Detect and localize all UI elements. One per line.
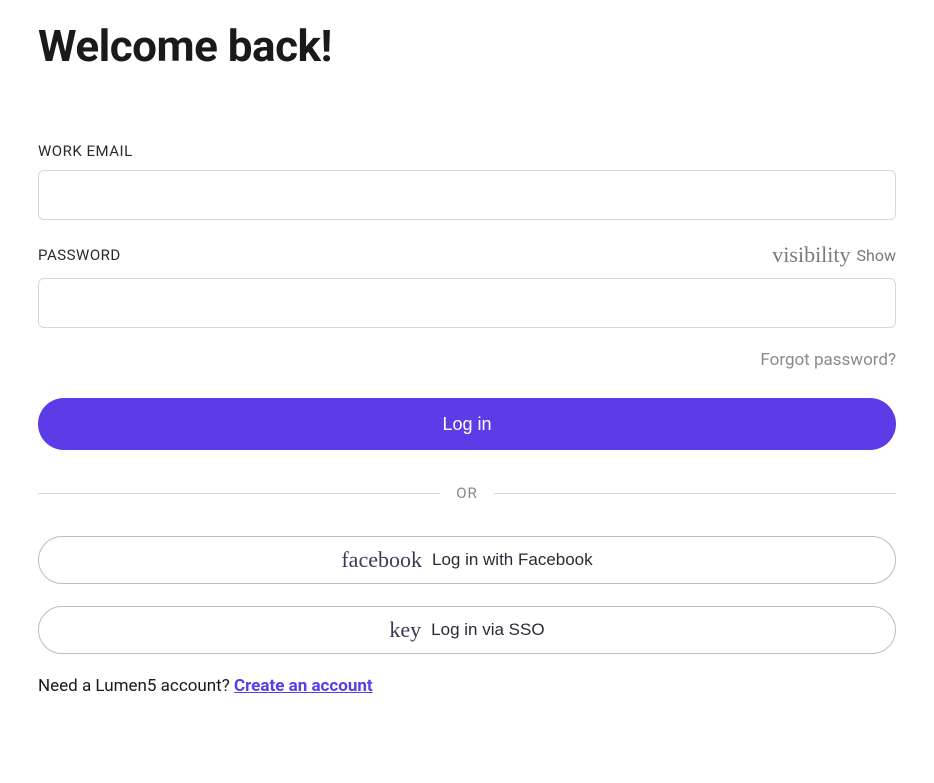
show-password-toggle[interactable]: visibility Show bbox=[772, 242, 896, 268]
facebook-button-label: Log in with Facebook bbox=[432, 550, 593, 570]
facebook-login-button[interactable]: facebook Log in with Facebook bbox=[38, 536, 896, 584]
email-input[interactable] bbox=[38, 170, 896, 220]
email-field-group: WORK EMAIL bbox=[38, 142, 896, 220]
password-label: PASSWORD bbox=[38, 246, 121, 264]
visibility-icon: visibility bbox=[772, 242, 850, 268]
password-input[interactable] bbox=[38, 278, 896, 328]
email-label: WORK EMAIL bbox=[38, 142, 133, 160]
facebook-icon: facebook bbox=[341, 547, 422, 573]
divider-line-right bbox=[494, 493, 896, 494]
signup-prompt-row: Need a Lumen5 account? Create an account bbox=[38, 676, 896, 696]
divider: OR bbox=[38, 484, 896, 502]
divider-line-left bbox=[38, 493, 440, 494]
key-icon: key bbox=[389, 617, 421, 643]
login-button[interactable]: Log in bbox=[38, 398, 896, 450]
page-title: Welcome back! bbox=[38, 20, 896, 72]
create-account-link[interactable]: Create an account bbox=[234, 676, 373, 696]
signup-prompt: Need a Lumen5 account? bbox=[38, 676, 234, 696]
password-field-group: PASSWORD visibility Show bbox=[38, 242, 896, 328]
sso-button-label: Log in via SSO bbox=[431, 620, 544, 640]
forgot-password-link[interactable]: Forgot password? bbox=[760, 350, 896, 370]
divider-text: OR bbox=[440, 484, 494, 502]
show-text: Show bbox=[857, 246, 896, 265]
sso-login-button[interactable]: key Log in via SSO bbox=[38, 606, 896, 654]
